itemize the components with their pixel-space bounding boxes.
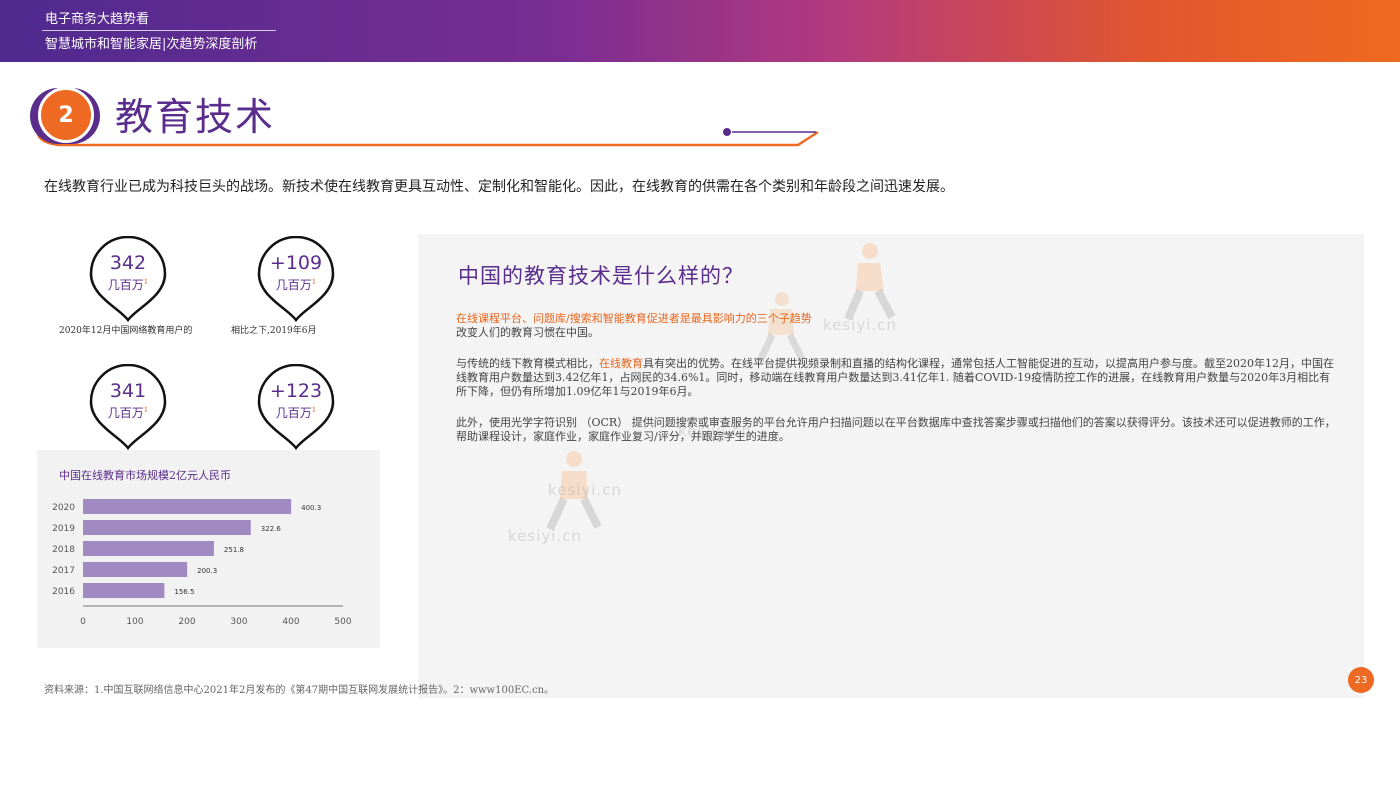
value-label: 156.5	[174, 588, 194, 596]
header-banner: 电子商务大趋势看 智慧城市和智能家居|次趋势深度剖析	[0, 0, 1400, 62]
section-number-badge: 2	[38, 87, 94, 143]
watermark-text: kesiyi.cn	[548, 481, 622, 499]
page-number: 23	[1348, 667, 1374, 693]
category-label: 2016	[52, 587, 75, 597]
highlight-text: 在线教育	[599, 357, 643, 370]
bar-2020	[83, 499, 292, 514]
x-tick-label: 200	[178, 617, 195, 627]
panel-paragraph-2: 与传统的线下教育模式相比，在线教育具有突出的优势。在线平台提供视频录制和直播的结…	[456, 357, 1334, 398]
stat-value: +123	[269, 380, 323, 402]
info-panel: kesiyi.cn kesiyi.cn kesiyi.cn kesiyi.cn …	[418, 234, 1364, 698]
panel-paragraph-3: 此外，使用光学字符识别 （OCR） 提供问题搜索或审查服务的平台允许用户扫描问题…	[456, 416, 1336, 443]
x-tick-label: 300	[230, 617, 247, 627]
highlight-text: 在线课程平台、问题库/搜索和智能教育促进者是最具影响力的三个子趋势	[456, 312, 812, 325]
stat-value: 342	[109, 252, 147, 274]
stat-unit: 几百万1	[107, 278, 149, 292]
bar-2019	[83, 520, 251, 535]
panel-paragraph-1: 在线课程平台、问题库/搜索和智能教育促进者是最具影响力的三个子趋势 改变人们的教…	[456, 312, 812, 339]
bar-2017	[83, 562, 188, 577]
bar-2018	[83, 541, 214, 556]
value-label: 400.3	[301, 504, 321, 512]
stat-value: 341	[109, 380, 147, 402]
category-label: 2020	[52, 503, 75, 513]
x-tick-label: 500	[334, 617, 351, 627]
stat-pin-mobile-users: 341 几百万1	[89, 364, 167, 450]
category-label: 2018	[52, 545, 75, 555]
value-label: 200.3	[197, 567, 217, 575]
header-title: 电子商务大趋势看	[45, 12, 150, 27]
category-label: 2019	[52, 524, 75, 534]
stat-pin-mobile-growth: +123 几百万1	[257, 364, 335, 450]
stat-pin-users: 342 几百万1	[89, 236, 167, 322]
stat-unit: 几百万1	[275, 406, 317, 420]
watermark-text: kesiyi.cn	[508, 527, 582, 545]
intro-text: 在线教育行业已成为科技巨头的战场。新技术使在线教育更具互动性、定制化和智能化。因…	[44, 179, 954, 195]
x-tick-label: 100	[126, 617, 143, 627]
market-size-chart: 中国在线教育市场规模2亿元人民币 2020 400.3 2019 322.6 2018 2…	[37, 450, 380, 648]
stat-unit: 几百万1	[107, 406, 149, 420]
value-label: 251.8	[224, 546, 244, 554]
category-label: 2017	[52, 566, 75, 576]
stat-value: +109	[269, 252, 323, 274]
panel-title: 中国的教育技术是什么样的？	[458, 264, 744, 288]
x-tick-label: 0	[80, 617, 86, 627]
header-subtitle: 智慧城市和智能家居|次趋势深度剖析	[45, 37, 258, 52]
x-tick-label: 400	[282, 617, 299, 627]
bar-chart-svg: 2020 400.3 2019 322.6 2018 251.8 2017 200.3 2016…	[52, 499, 352, 627]
bar-2016	[83, 583, 165, 598]
section-title: 教育技术	[115, 95, 276, 139]
stat-pin-growth: +109 几百万1	[257, 236, 335, 322]
stat-caption-users: 2020年12月中国网络教育用户的	[59, 326, 193, 336]
stat-caption-growth: 相比之下,2019年6月	[231, 326, 317, 336]
stat-unit: 几百万1	[275, 278, 317, 292]
value-label: 322.6	[261, 525, 282, 533]
source-note: 资料来源：1.中国互联网络信息中心2021年2月发布的《第47期中国互联网发展统…	[44, 685, 555, 696]
header-divider	[42, 30, 276, 31]
